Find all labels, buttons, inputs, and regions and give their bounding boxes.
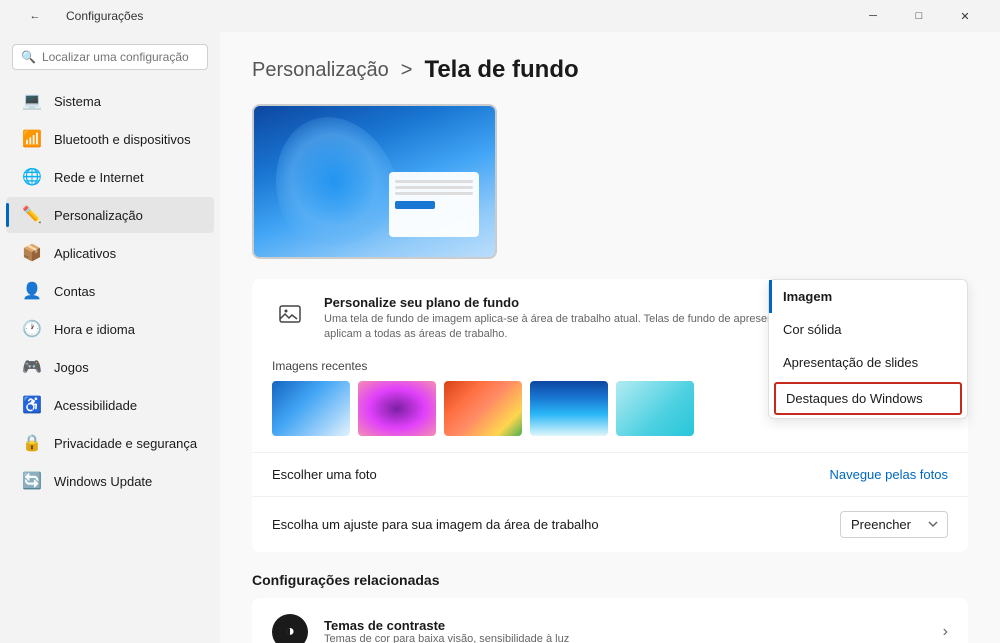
search-icon: 🔍 [21, 50, 36, 64]
aplicativos-icon: 📦 [22, 243, 42, 263]
preview-line-2 [395, 186, 473, 189]
thumbnail-3[interactable] [444, 381, 522, 436]
sidebar-item-label: Personalização [54, 208, 143, 223]
preview-background [254, 106, 495, 257]
sistema-icon: 💻 [22, 91, 42, 111]
sidebar-item-jogos[interactable]: 🎮 Jogos [6, 349, 214, 385]
thumbnail-5[interactable] [616, 381, 694, 436]
fit-right: Preencher Ajustar Alongar Lado a lado Ce… [840, 511, 948, 538]
titlebar-title: Configurações [66, 9, 143, 23]
sidebar-item-aplicativos[interactable]: 📦 Aplicativos [6, 235, 214, 271]
privacidade-icon: 🔒 [22, 433, 42, 453]
breadcrumb-parent[interactable]: Personalização [252, 59, 389, 82]
contas-icon: 👤 [22, 281, 42, 301]
minimize-button[interactable]: ─ [850, 0, 896, 32]
search-input[interactable] [42, 50, 199, 64]
sidebar-item-label: Bluetooth e dispositivos [54, 132, 191, 147]
back-icon: ← [30, 10, 41, 22]
dropdown-item-imagem[interactable]: Imagem [769, 280, 967, 313]
thumbnail-2[interactable] [358, 381, 436, 436]
sidebar-item-acessibilidade[interactable]: ♿ Acessibilidade [6, 387, 214, 423]
close-button[interactable]: ✕ [942, 0, 988, 32]
maximize-button[interactable]: □ [896, 0, 942, 32]
preview-window [389, 172, 479, 237]
related-title: Configurações relacionadas [252, 572, 968, 588]
sidebar-item-label: Hora e idioma [54, 322, 135, 337]
wallpaper-type-icon [272, 297, 308, 333]
temas-contraste-icon: ◑ [272, 614, 308, 643]
sidebar-item-rede[interactable]: 🌐 Rede e Internet [6, 159, 214, 195]
sidebar-item-personalizacao[interactable]: ✏️ Personalização [6, 197, 214, 233]
titlebar-left: ← Configurações [12, 0, 143, 32]
sidebar-item-label: Windows Update [54, 474, 152, 489]
sidebar-item-contas[interactable]: 👤 Contas [6, 273, 214, 309]
wallpaper-preview [252, 104, 497, 259]
dropdown-item-destaques[interactable]: Destaques do Windows [774, 382, 962, 415]
related-item-temas-contraste[interactable]: ◑ Temas de contraste Temas de cor para b… [252, 598, 968, 643]
main-content: Personalização > Tela de fundo [220, 32, 1000, 643]
thumbnail-1[interactable] [272, 381, 350, 436]
titlebar: ← Configurações ─ □ ✕ [0, 0, 1000, 32]
fit-select-row: Escolha um ajuste para sua imagem da áre… [252, 496, 968, 552]
temas-contraste-title: Temas de contraste [324, 618, 927, 633]
sidebar-item-label: Privacidade e segurança [54, 436, 197, 451]
chevron-right-icon: › [943, 623, 948, 641]
search-box[interactable]: 🔍 [12, 44, 208, 70]
rede-icon: 🌐 [22, 167, 42, 187]
sidebar-item-label: Jogos [54, 360, 89, 375]
personalizacao-icon: ✏️ [22, 205, 42, 225]
sidebar-item-sistema[interactable]: 💻 Sistema [6, 83, 214, 119]
choose-photo-row: Escolher uma foto Navegue pelas fotos [252, 452, 968, 496]
thumbnail-4[interactable] [530, 381, 608, 436]
windows-update-icon: 🔄 [22, 471, 42, 491]
temas-contraste-desc: Temas de cor para baixa visão, sensibili… [324, 633, 927, 643]
fit-label: Escolha um ajuste para sua imagem da áre… [272, 517, 599, 532]
jogos-icon: 🎮 [22, 357, 42, 377]
acessibilidade-icon: ♿ [22, 395, 42, 415]
sidebar-item-label: Aplicativos [54, 246, 116, 261]
sidebar-item-label: Acessibilidade [54, 398, 137, 413]
browse-photos-link[interactable]: Navegue pelas fotos [829, 467, 948, 482]
bluetooth-icon: 📶 [22, 129, 42, 149]
sidebar-item-label: Rede e Internet [54, 170, 144, 185]
page-title: Tela de fundo [424, 56, 578, 84]
sidebar-item-label: Sistema [54, 94, 101, 109]
sidebar-item-label: Contas [54, 284, 95, 299]
choose-photo-label: Escolher uma foto [272, 467, 377, 482]
sidebar-item-privacidade[interactable]: 🔒 Privacidade e segurança [6, 425, 214, 461]
hora-icon: 🕐 [22, 319, 42, 339]
sidebar-item-windows-update[interactable]: 🔄 Windows Update [6, 463, 214, 499]
app-body: 🔍 💻 Sistema 📶 Bluetooth e dispositivos 🌐… [0, 32, 1000, 643]
preview-button [395, 201, 435, 209]
sidebar: 🔍 💻 Sistema 📶 Bluetooth e dispositivos 🌐… [0, 32, 220, 643]
fit-select[interactable]: Preencher Ajustar Alongar Lado a lado Ce… [840, 511, 948, 538]
titlebar-controls: ─ □ ✕ [850, 0, 988, 32]
preview-line-3 [395, 192, 473, 195]
related-item-text: Temas de contraste Temas de cor para bai… [324, 618, 927, 643]
wallpaper-type-dropdown: Imagem Cor sólida Apresentação de slides… [768, 279, 968, 419]
sidebar-item-bluetooth[interactable]: 📶 Bluetooth e dispositivos [6, 121, 214, 157]
related-settings-card: ◑ Temas de contraste Temas de cor para b… [252, 598, 968, 643]
breadcrumb-separator: > [401, 59, 413, 82]
sidebar-item-hora[interactable]: 🕐 Hora e idioma [6, 311, 214, 347]
dropdown-item-cor-solida[interactable]: Cor sólida [769, 313, 967, 346]
back-button[interactable]: ← [12, 0, 58, 32]
dropdown-item-slides[interactable]: Apresentação de slides [769, 346, 967, 379]
preview-line-1 [395, 180, 473, 183]
page-header: Personalização > Tela de fundo [252, 56, 968, 84]
